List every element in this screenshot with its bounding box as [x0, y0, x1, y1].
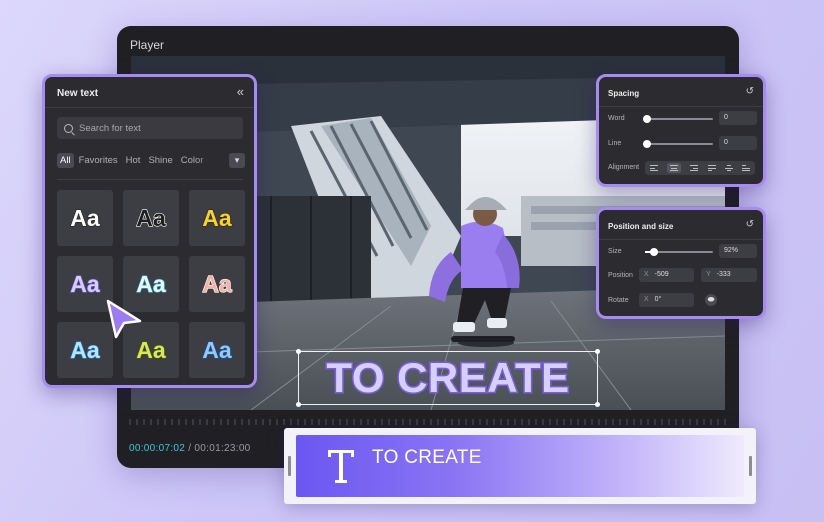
alignment-label: Alignment: [608, 164, 640, 171]
rotate-label: Rotate: [608, 297, 629, 304]
text-preset-tile[interactable]: Aa: [189, 322, 245, 378]
word-label: Word: [608, 115, 625, 122]
total-duration: 00:01:23:00: [194, 443, 251, 454]
preset-label: Aa: [202, 204, 233, 231]
text-preset-tile[interactable]: Aa: [189, 256, 245, 312]
x-prefix: X: [644, 271, 649, 278]
slider-knob[interactable]: [649, 248, 658, 256]
tab-shine[interactable]: Shine: [145, 153, 175, 168]
current-time: 00:00:07:02: [129, 443, 186, 454]
align-top-icon[interactable]: [707, 165, 716, 171]
preset-label: Aa: [202, 270, 233, 297]
position-label: Position: [608, 272, 633, 279]
word-spacing-value[interactable]: 0: [719, 111, 757, 125]
clip-trim-handle-right[interactable]: [749, 456, 752, 476]
player-title: Player: [130, 38, 165, 52]
preset-label: Aa: [136, 204, 167, 231]
text-preset-grid: Aa Aa Aa Aa Aa Aa Aa Aa Aa: [57, 190, 245, 378]
preset-label: Aa: [70, 204, 101, 231]
spacing-panel: Spacing ↺ Word 0 Line 0 Alignment: [596, 74, 766, 187]
line-spacing-value[interactable]: 0: [719, 136, 757, 150]
size-slider[interactable]: [645, 248, 713, 256]
text-preset-tile[interactable]: Aa: [123, 190, 179, 246]
resize-handle-br[interactable]: [595, 402, 600, 407]
y-prefix: Y: [706, 271, 711, 278]
resize-handle-bl[interactable]: [296, 402, 301, 407]
slider-knob[interactable]: [643, 115, 651, 123]
chevron-down-icon[interactable]: ▾: [229, 153, 245, 168]
divider: [599, 239, 763, 240]
reset-icon[interactable]: ↺: [746, 86, 754, 97]
divider: [45, 107, 254, 108]
caption-selection-box[interactable]: TO CREATE: [296, 349, 600, 407]
align-right-icon[interactable]: [690, 165, 699, 171]
panel-title: New text: [57, 88, 99, 99]
caption-text[interactable]: TO CREATE: [325, 353, 571, 403]
rotate-prefix: X: [644, 296, 649, 303]
rotate-field[interactable]: X 0°: [639, 293, 694, 307]
preset-label: Aa: [136, 270, 167, 297]
preset-label: Aa: [70, 270, 101, 297]
timecode: 00:00:07:02 / 00:01:23:00: [129, 443, 251, 454]
flip-icon[interactable]: ⬬: [705, 294, 717, 306]
panel-title: Position and size: [608, 222, 674, 231]
slider-knob[interactable]: [643, 140, 651, 148]
rotate-value: 0°: [654, 296, 662, 303]
line-label: Line: [608, 140, 622, 147]
preset-label: Aa: [70, 336, 101, 363]
resize-handle-tl[interactable]: [296, 349, 301, 354]
search-input[interactable]: [57, 117, 243, 139]
divider: [599, 106, 763, 107]
timeline-scrubber[interactable]: [129, 419, 727, 425]
tab-hot[interactable]: Hot: [123, 153, 144, 168]
word-spacing-slider[interactable]: [643, 115, 713, 123]
tab-all[interactable]: All: [57, 153, 74, 168]
resize-handle-tr[interactable]: [595, 349, 600, 354]
timeline-track: TO CREATE: [284, 428, 756, 504]
tab-favorites[interactable]: Favorites: [76, 153, 121, 168]
mouse-cursor-icon: [106, 299, 142, 339]
align-bottom-icon[interactable]: [742, 165, 751, 171]
tabs-fade: [195, 151, 229, 170]
preset-label: Aa: [136, 336, 167, 363]
x-value: -509: [654, 271, 669, 278]
time-separator: /: [188, 443, 192, 454]
align-middle-icon[interactable]: [724, 165, 733, 171]
clip-trim-handle-left[interactable]: [288, 456, 291, 476]
y-value: -333: [716, 271, 731, 278]
alignment-options: [645, 161, 755, 175]
divider: [57, 179, 243, 180]
new-text-panel: New text « All Favorites Hot Shine Color…: [42, 74, 257, 388]
preset-tabs: All Favorites Hot Shine Color: [57, 153, 206, 168]
text-clip[interactable]: TO CREATE: [296, 435, 744, 497]
search-icon: [64, 124, 73, 133]
align-left-icon[interactable]: [649, 165, 658, 171]
panel-title: Spacing: [608, 89, 640, 98]
position-x-field[interactable]: X -509: [639, 268, 694, 282]
reset-icon[interactable]: ↺: [746, 219, 754, 230]
size-label: Size: [608, 248, 622, 255]
size-value[interactable]: 92%: [719, 244, 757, 258]
preset-label: Aa: [202, 336, 233, 363]
position-size-panel: Position and size ↺ Size 92% Position X-…: [596, 207, 766, 319]
text-preset-tile[interactable]: Aa: [57, 190, 113, 246]
text-preset-tile[interactable]: Aa: [189, 190, 245, 246]
align-center-icon[interactable]: [666, 163, 681, 173]
line-spacing-slider[interactable]: [643, 140, 713, 148]
position-y-field[interactable]: Y -333: [701, 268, 757, 282]
text-T-icon: [328, 450, 354, 483]
clip-label: TO CREATE: [372, 447, 482, 468]
collapse-icon[interactable]: «: [237, 84, 244, 99]
